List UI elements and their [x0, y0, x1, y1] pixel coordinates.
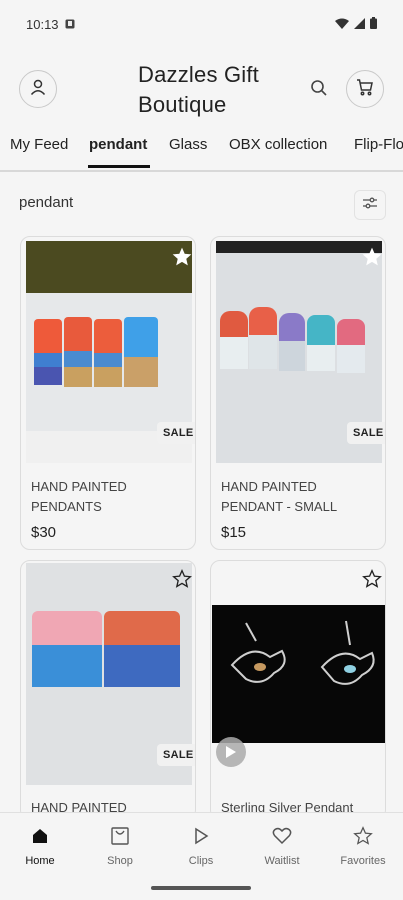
- wifi-icon: [335, 17, 349, 32]
- favorite-star-icon[interactable]: [362, 569, 385, 593]
- search-button[interactable]: [309, 78, 331, 100]
- cart-button[interactable]: [346, 70, 384, 108]
- store-header: Dazzles Gift Boutique: [0, 56, 403, 124]
- nav-label: Shop: [107, 855, 133, 867]
- status-time: 10:13: [26, 16, 59, 32]
- sale-badge: SALE: [157, 422, 195, 444]
- notification-icon: [65, 17, 75, 32]
- product-card[interactable]: SALE HAND PAINTED PENDANTS $30: [20, 236, 196, 550]
- nav-home[interactable]: Home: [0, 823, 80, 867]
- favorite-star-icon[interactable]: [172, 569, 195, 593]
- heart-icon: [242, 823, 322, 849]
- user-icon: [29, 78, 47, 101]
- search-icon: [309, 80, 329, 102]
- nav-label: Clips: [188, 855, 214, 867]
- cart-icon: [356, 78, 374, 101]
- active-tab-indicator: [88, 165, 150, 168]
- section-header: pendant: [0, 186, 403, 220]
- product-card[interactable]: Sterling Silver Pendant: [210, 560, 386, 820]
- section-title: pendant: [19, 194, 74, 211]
- tab-flip-flops[interactable]: Flip-Flo: [354, 136, 403, 167]
- nav-label: Waitlist: [264, 855, 300, 867]
- favorite-star-icon[interactable]: [172, 247, 195, 271]
- nav-label: Favorites: [340, 855, 386, 867]
- star-icon: [323, 823, 403, 849]
- video-play-button[interactable]: [216, 737, 246, 767]
- play-icon: [161, 823, 241, 849]
- status-bar: 10:13: [0, 0, 403, 48]
- cell-signal-icon: [354, 17, 365, 32]
- tab-glass[interactable]: Glass: [169, 136, 207, 167]
- nav-clips[interactable]: Clips: [161, 823, 241, 867]
- product-price: $30: [31, 524, 57, 541]
- product-card[interactable]: SALE HAND PAINTED PENDANT - SMALL $15: [210, 236, 386, 550]
- home-icon: [0, 823, 80, 849]
- tab-pendant[interactable]: pendant: [89, 136, 147, 167]
- tab-obx-collection[interactable]: OBX collection: [229, 136, 327, 167]
- sliders-icon: [362, 196, 378, 215]
- sale-badge: SALE: [157, 744, 195, 766]
- battery-icon: [370, 16, 377, 32]
- sale-badge: SALE: [347, 422, 385, 444]
- product-name: HAND PAINTED PENDANT - SMALL: [221, 479, 338, 514]
- filter-button[interactable]: [354, 190, 386, 220]
- nav-label: Home: [25, 855, 55, 867]
- product-card[interactable]: SALE HAND PAINTED: [20, 560, 196, 820]
- shop-icon: [80, 823, 160, 849]
- favorite-star-icon[interactable]: [362, 247, 385, 271]
- nav-waitlist[interactable]: Waitlist: [242, 823, 322, 867]
- home-indicator[interactable]: [151, 886, 251, 890]
- tab-my-feed[interactable]: My Feed: [10, 136, 68, 167]
- nav-shop[interactable]: Shop: [80, 823, 160, 867]
- store-title: Dazzles Gift Boutique: [138, 62, 259, 117]
- category-tabs: My Feed pendant Glass OBX collection Fli…: [0, 128, 403, 172]
- product-name: HAND PAINTED PENDANTS: [31, 479, 127, 514]
- nav-favorites[interactable]: Favorites: [323, 823, 403, 867]
- product-image[interactable]: [212, 605, 385, 743]
- product-price: $15: [221, 524, 247, 541]
- profile-button[interactable]: [19, 70, 57, 108]
